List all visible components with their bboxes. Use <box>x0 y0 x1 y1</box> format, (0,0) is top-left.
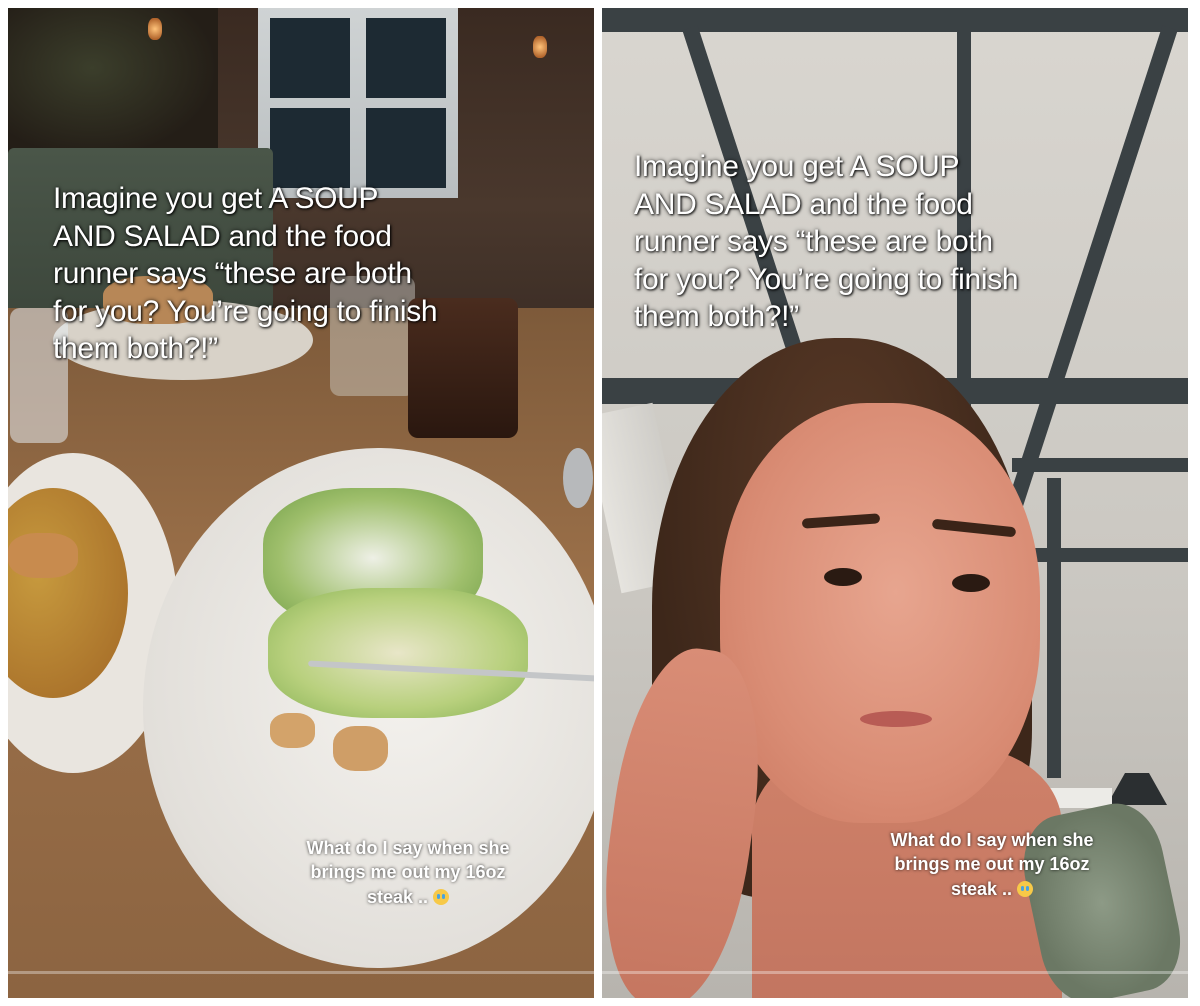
window-pane <box>270 108 350 188</box>
ceiling-beam <box>1047 478 1061 778</box>
caption-line: them both?!” <box>634 300 799 333</box>
window <box>258 8 458 198</box>
caption-line: runner says “these are both <box>634 225 993 258</box>
wall-lamp <box>148 18 162 40</box>
subcaption-line: What do I say when she <box>306 838 510 858</box>
subcaption-line-3: steak .. <box>263 885 553 909</box>
subcaption-line: What do I say when she <box>890 830 1094 850</box>
video-caption: Imagine you get A SOUP AND SALAD and the… <box>634 148 1174 336</box>
caption-line: for you? You’re going to finish <box>634 262 1019 296</box>
wall-lamp <box>533 36 547 58</box>
video-caption: Imagine you get A SOUP AND SALAD and the… <box>53 180 553 368</box>
soup-crouton <box>8 533 78 578</box>
subcaption-line: steak .. <box>950 878 1013 899</box>
video-progress-bar[interactable] <box>602 971 1188 974</box>
spoon <box>563 448 593 508</box>
caption-line: them both?!” <box>53 332 218 365</box>
plant <box>8 8 218 158</box>
caption-line: AND SALAD and the food <box>53 219 392 253</box>
video-subcaption: What do I say when she brings me out my … <box>263 836 553 909</box>
video-subcaption: What do I say when she brings me out my … <box>847 828 1137 901</box>
ceiling-beam <box>1012 458 1188 472</box>
window-pane <box>366 18 446 98</box>
window-pane <box>366 108 446 188</box>
caption-line: AND SALAD and the food <box>634 187 973 221</box>
crouton <box>270 713 315 748</box>
eye <box>824 568 862 586</box>
left-video-frame[interactable]: Imagine you get A SOUP AND SALAD and the… <box>8 8 594 998</box>
caption-line: Imagine you get A SOUP <box>53 182 379 215</box>
crouton <box>333 726 388 771</box>
lips <box>860 711 932 727</box>
caption-line: Imagine you get A SOUP <box>634 150 960 183</box>
crying-face-icon <box>433 888 450 905</box>
caesar-salad <box>268 588 528 718</box>
caption-line: runner says “these are both <box>53 257 412 290</box>
subcaption-line: steak .. <box>366 886 429 907</box>
crying-face-icon <box>1017 880 1034 897</box>
face <box>720 403 1040 823</box>
right-video-frame[interactable]: Imagine you get A SOUP AND SALAD and the… <box>602 8 1188 998</box>
subcaption-line: brings me out my 16oz <box>894 854 1090 875</box>
video-progress-bar[interactable] <box>8 971 594 974</box>
window-pane <box>270 18 350 98</box>
subcaption-line-3: steak .. <box>847 877 1137 901</box>
eye <box>952 574 990 592</box>
subcaption-line: brings me out my 16oz <box>310 862 506 883</box>
caption-line: for you? You’re going to finish <box>53 294 438 328</box>
